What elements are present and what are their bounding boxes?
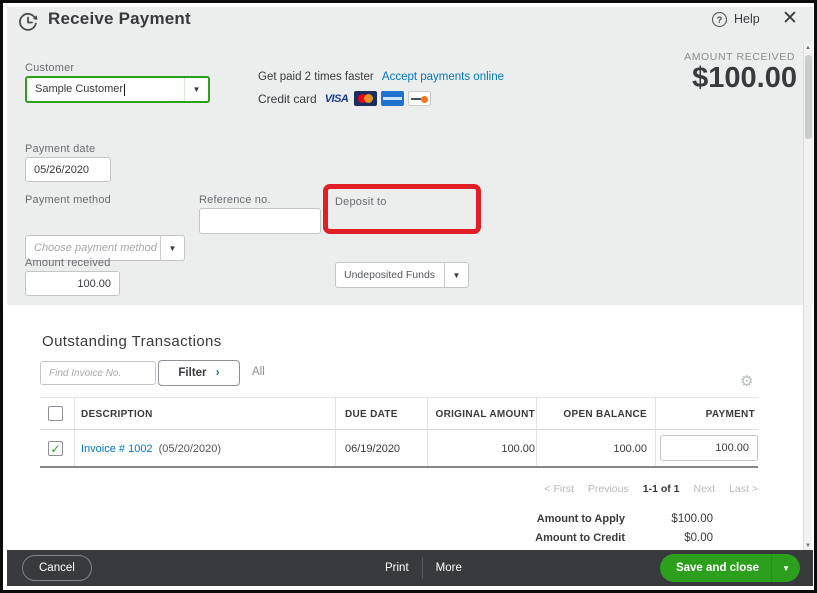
invoice-date: (05/20/2020): [158, 443, 222, 455]
scrollbar-thumb[interactable]: [805, 55, 812, 139]
amount-received-total: $100.00: [692, 62, 797, 94]
mastercard-icon: [354, 91, 378, 106]
customer-select[interactable]: Sample Customer ▼: [25, 76, 210, 103]
amount-to-apply-label: Amount to Apply: [536, 513, 625, 525]
filter-chevron-icon: ›: [215, 367, 220, 379]
text-caret: [124, 83, 126, 96]
cancel-button[interactable]: Cancel: [22, 555, 92, 581]
col-original-amount: ORIGINAL AMOUNT: [435, 409, 535, 420]
table-header-border: [40, 429, 758, 430]
row-original-amount: 100.00: [501, 443, 535, 455]
vertical-scrollbar[interactable]: ▲ ▼: [803, 44, 812, 550]
check-icon: ✓: [50, 441, 61, 456]
footer-bar: Cancel Print More Save and close ▼: [7, 550, 813, 586]
payment-date-label: Payment date: [25, 143, 96, 155]
pagination-first[interactable]: < First: [544, 483, 573, 495]
table-col-divider: [335, 397, 336, 466]
row-payment-input[interactable]: [660, 435, 758, 461]
save-and-close-button[interactable]: Save and close ▼: [659, 554, 800, 582]
filter-all-label: All: [252, 366, 265, 378]
deposit-to-label: Deposit to: [335, 196, 387, 208]
pagination-previous[interactable]: Previous: [588, 483, 629, 495]
page-title: Receive Payment: [48, 9, 191, 28]
filter-button[interactable]: Filter ›: [158, 360, 240, 386]
deposit-to-value: Undeposited Funds: [344, 269, 436, 281]
amount-to-apply-value: $100.00: [671, 513, 713, 525]
payment-method-dropdown-arrow-icon[interactable]: ▼: [160, 236, 184, 260]
help-link[interactable]: Help: [734, 12, 760, 26]
deposit-to-select[interactable]: Undeposited Funds ▼: [335, 262, 469, 288]
payment-method-label: Payment method: [25, 194, 111, 206]
customer-label: Customer: [25, 62, 75, 74]
payment-date-input[interactable]: [25, 157, 111, 182]
amex-icon: [381, 91, 405, 106]
col-description: DESCRIPTION: [81, 409, 153, 420]
table-top-border: [40, 397, 758, 398]
invoice-link[interactable]: Invoice # 1002: [81, 443, 153, 455]
more-button[interactable]: More: [423, 562, 475, 574]
outstanding-transactions-title: Outstanding Transactions: [42, 333, 222, 350]
row-open-balance: 100.00: [613, 443, 647, 455]
summary: Amount to Apply $100.00 Amount to Credit…: [535, 513, 713, 544]
reference-no-label: Reference no.: [199, 194, 271, 206]
customer-dropdown-arrow-icon[interactable]: ▼: [184, 78, 208, 101]
col-open-balance: OPEN BALANCE: [563, 409, 647, 420]
receive-payment-dialog: Receive Payment ? Help ✕ AMOUNT RECEIVED…: [0, 0, 817, 593]
credit-card-label: Credit card: [258, 91, 317, 106]
table-bottom-border: [40, 466, 758, 468]
pagination-next[interactable]: Next: [694, 483, 716, 495]
help-icon[interactable]: ?: [712, 12, 727, 27]
pagination-range: 1-1 of 1: [642, 483, 680, 495]
table-col-divider: [74, 397, 75, 466]
amount-to-credit-label: Amount to Credit: [535, 532, 625, 544]
print-button[interactable]: Print: [372, 562, 422, 574]
amount-received-input[interactable]: [25, 271, 120, 296]
discover-icon: [408, 91, 432, 106]
credit-card-line: Credit card VISA: [258, 91, 435, 106]
close-icon[interactable]: ✕: [782, 7, 798, 30]
deposit-to-dropdown-arrow-icon[interactable]: ▼: [444, 263, 468, 287]
find-invoice-input[interactable]: [40, 361, 156, 385]
reference-no-input[interactable]: [199, 208, 321, 234]
accept-payments-link[interactable]: Accept payments online: [382, 71, 504, 83]
amount-received-label: Amount received: [25, 257, 111, 269]
pagination-last[interactable]: Last >: [729, 483, 758, 495]
visa-icon: VISA: [324, 92, 349, 105]
select-all-checkbox[interactable]: [48, 406, 63, 421]
scroll-down-icon[interactable]: ▼: [804, 543, 812, 549]
amount-to-credit-value: $0.00: [684, 532, 713, 544]
table-col-divider: [655, 397, 656, 466]
pagination: < First Previous 1-1 of 1 Next Last >: [544, 483, 758, 495]
promo-text: Get paid 2 times faster: [258, 71, 374, 83]
save-dropdown-arrow-icon[interactable]: ▼: [772, 564, 800, 573]
promo-line: Get paid 2 times faster Accept payments …: [258, 71, 504, 83]
table-col-divider: [536, 397, 537, 466]
scroll-up-icon[interactable]: ▲: [804, 45, 812, 51]
payment-method-placeholder: Choose payment method: [34, 242, 157, 254]
table-col-divider: [427, 397, 428, 466]
customer-value: Sample Customer: [35, 83, 126, 96]
recurring-clock-icon: [16, 10, 40, 39]
gear-icon[interactable]: ⚙: [740, 372, 753, 390]
row-checkbox[interactable]: ✓: [48, 441, 63, 456]
row-due-date: 06/19/2020: [345, 443, 401, 455]
col-payment: PAYMENT: [705, 409, 755, 420]
footer-center-actions: Print More: [372, 550, 475, 586]
col-due-date: DUE DATE: [345, 409, 398, 420]
